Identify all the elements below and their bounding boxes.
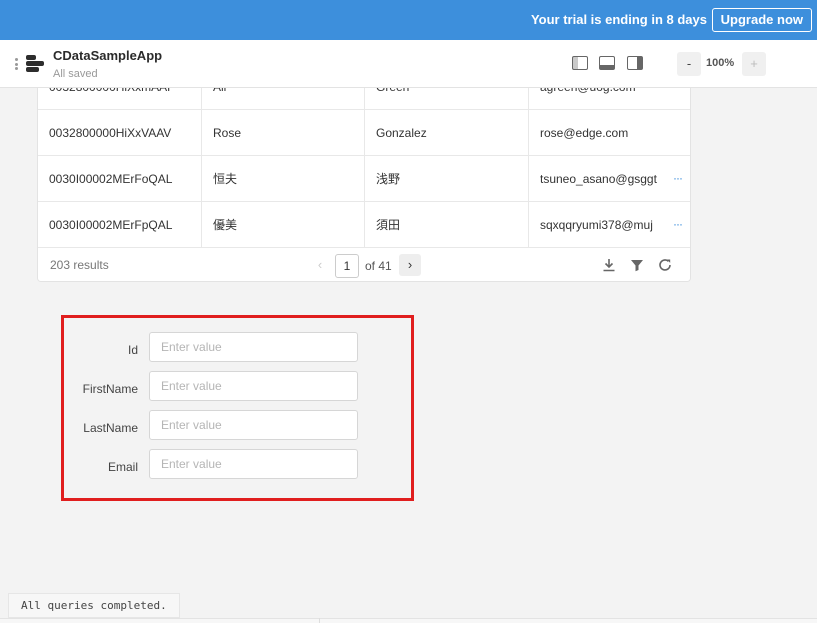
input-form-highlight: Id FirstName LastName Email bbox=[61, 315, 414, 501]
cell-lastname: 須田 bbox=[365, 202, 529, 247]
drag-handle-icon[interactable] bbox=[15, 58, 19, 70]
cell-id: 0030I00002MErFpQAL bbox=[38, 202, 202, 247]
page-number-input[interactable]: 1 bbox=[335, 254, 359, 278]
cell-email: sqxqqryumi378@muj ··· bbox=[529, 202, 690, 247]
filter-icon[interactable] bbox=[629, 257, 645, 273]
save-status: All saved bbox=[53, 68, 98, 80]
toggle-left-panel-icon[interactable] bbox=[572, 56, 588, 70]
cell-lastname: Gonzalez bbox=[365, 110, 529, 155]
zoom-out-button[interactable]: - bbox=[677, 52, 701, 76]
firstname-field[interactable] bbox=[149, 371, 358, 401]
lastname-label: LastName bbox=[83, 421, 138, 435]
lastname-field[interactable] bbox=[149, 410, 358, 440]
download-icon[interactable] bbox=[601, 257, 617, 273]
cell-firstname: Rose bbox=[202, 110, 365, 155]
cell-lastname: Green bbox=[365, 88, 529, 109]
query-status: All queries completed. bbox=[8, 593, 180, 618]
app-logo-icon bbox=[26, 54, 46, 74]
table-row[interactable]: 0032800000HiXxmAAF Ali Green agreen@uog.… bbox=[38, 88, 690, 110]
cell-id: 0032800000HiXxmAAF bbox=[38, 88, 202, 109]
cell-lastname: 浅野 bbox=[365, 156, 529, 201]
cell-firstname: 恒夫 bbox=[202, 156, 365, 201]
id-label: Id bbox=[127, 343, 138, 357]
bottom-panel-edge bbox=[0, 618, 817, 623]
next-page-button[interactable]: › bbox=[399, 254, 421, 276]
cell-firstname: Ali bbox=[202, 88, 365, 109]
data-table: 0032800000HiXxmAAF Ali Green agreen@uog.… bbox=[37, 88, 691, 282]
cell-email: rose@edge.com bbox=[540, 126, 629, 140]
email-field[interactable] bbox=[149, 449, 358, 479]
table-footer: 203 results ‹ 1 of 41 › bbox=[38, 248, 690, 281]
cell-email: tsuneo_asano@gsggt ··· bbox=[529, 156, 690, 201]
page-total: of 41 bbox=[365, 259, 392, 273]
table-row[interactable]: 0030I00002MErFoQAL 恒夫 浅野 tsuneo_asano@gs… bbox=[38, 156, 690, 202]
table-row[interactable]: 0030I00002MErFpQAL 優美 須田 sqxqqryumi378@m… bbox=[38, 202, 690, 248]
trial-banner: Your trial is ending in 8 days Upgrade n… bbox=[0, 0, 817, 40]
results-count: 203 results bbox=[50, 258, 109, 272]
cell-firstname: 優美 bbox=[202, 202, 365, 247]
email-label: Email bbox=[107, 460, 138, 474]
zoom-in-button[interactable]: + bbox=[742, 52, 766, 76]
more-horizontal-icon[interactable]: ··· bbox=[673, 202, 683, 246]
trial-message: Your trial is ending in 8 days bbox=[530, 12, 707, 27]
toggle-right-panel-icon[interactable] bbox=[627, 56, 643, 70]
more-horizontal-icon[interactable]: ··· bbox=[673, 156, 683, 200]
id-field[interactable] bbox=[149, 332, 358, 362]
bottom-panel-divider[interactable] bbox=[319, 618, 320, 623]
cell-id: 0032800000HiXxVAAV bbox=[38, 110, 202, 155]
cell-id: 0030I00002MErFoQAL bbox=[38, 156, 202, 201]
cell-email: agreen@uog.com bbox=[529, 88, 690, 109]
toggle-bottom-panel-icon[interactable] bbox=[599, 56, 615, 70]
refresh-icon[interactable] bbox=[657, 257, 673, 273]
app-title: CDataSampleApp bbox=[53, 48, 163, 63]
firstname-label: FirstName bbox=[82, 382, 138, 396]
table-row[interactable]: 0032800000HiXxVAAV Rose Gonzalez rose@ed… bbox=[38, 110, 690, 156]
app-header: CDataSampleApp All saved - 100% + bbox=[0, 40, 817, 88]
upgrade-button[interactable]: Upgrade now bbox=[711, 8, 812, 32]
zoom-level: 100% bbox=[706, 57, 735, 69]
previous-page-button[interactable]: ‹ bbox=[310, 255, 330, 275]
cell-email-text: sqxqqryumi378@muj bbox=[540, 218, 653, 232]
cell-email-text: tsuneo_asano@gsggt bbox=[540, 172, 657, 186]
